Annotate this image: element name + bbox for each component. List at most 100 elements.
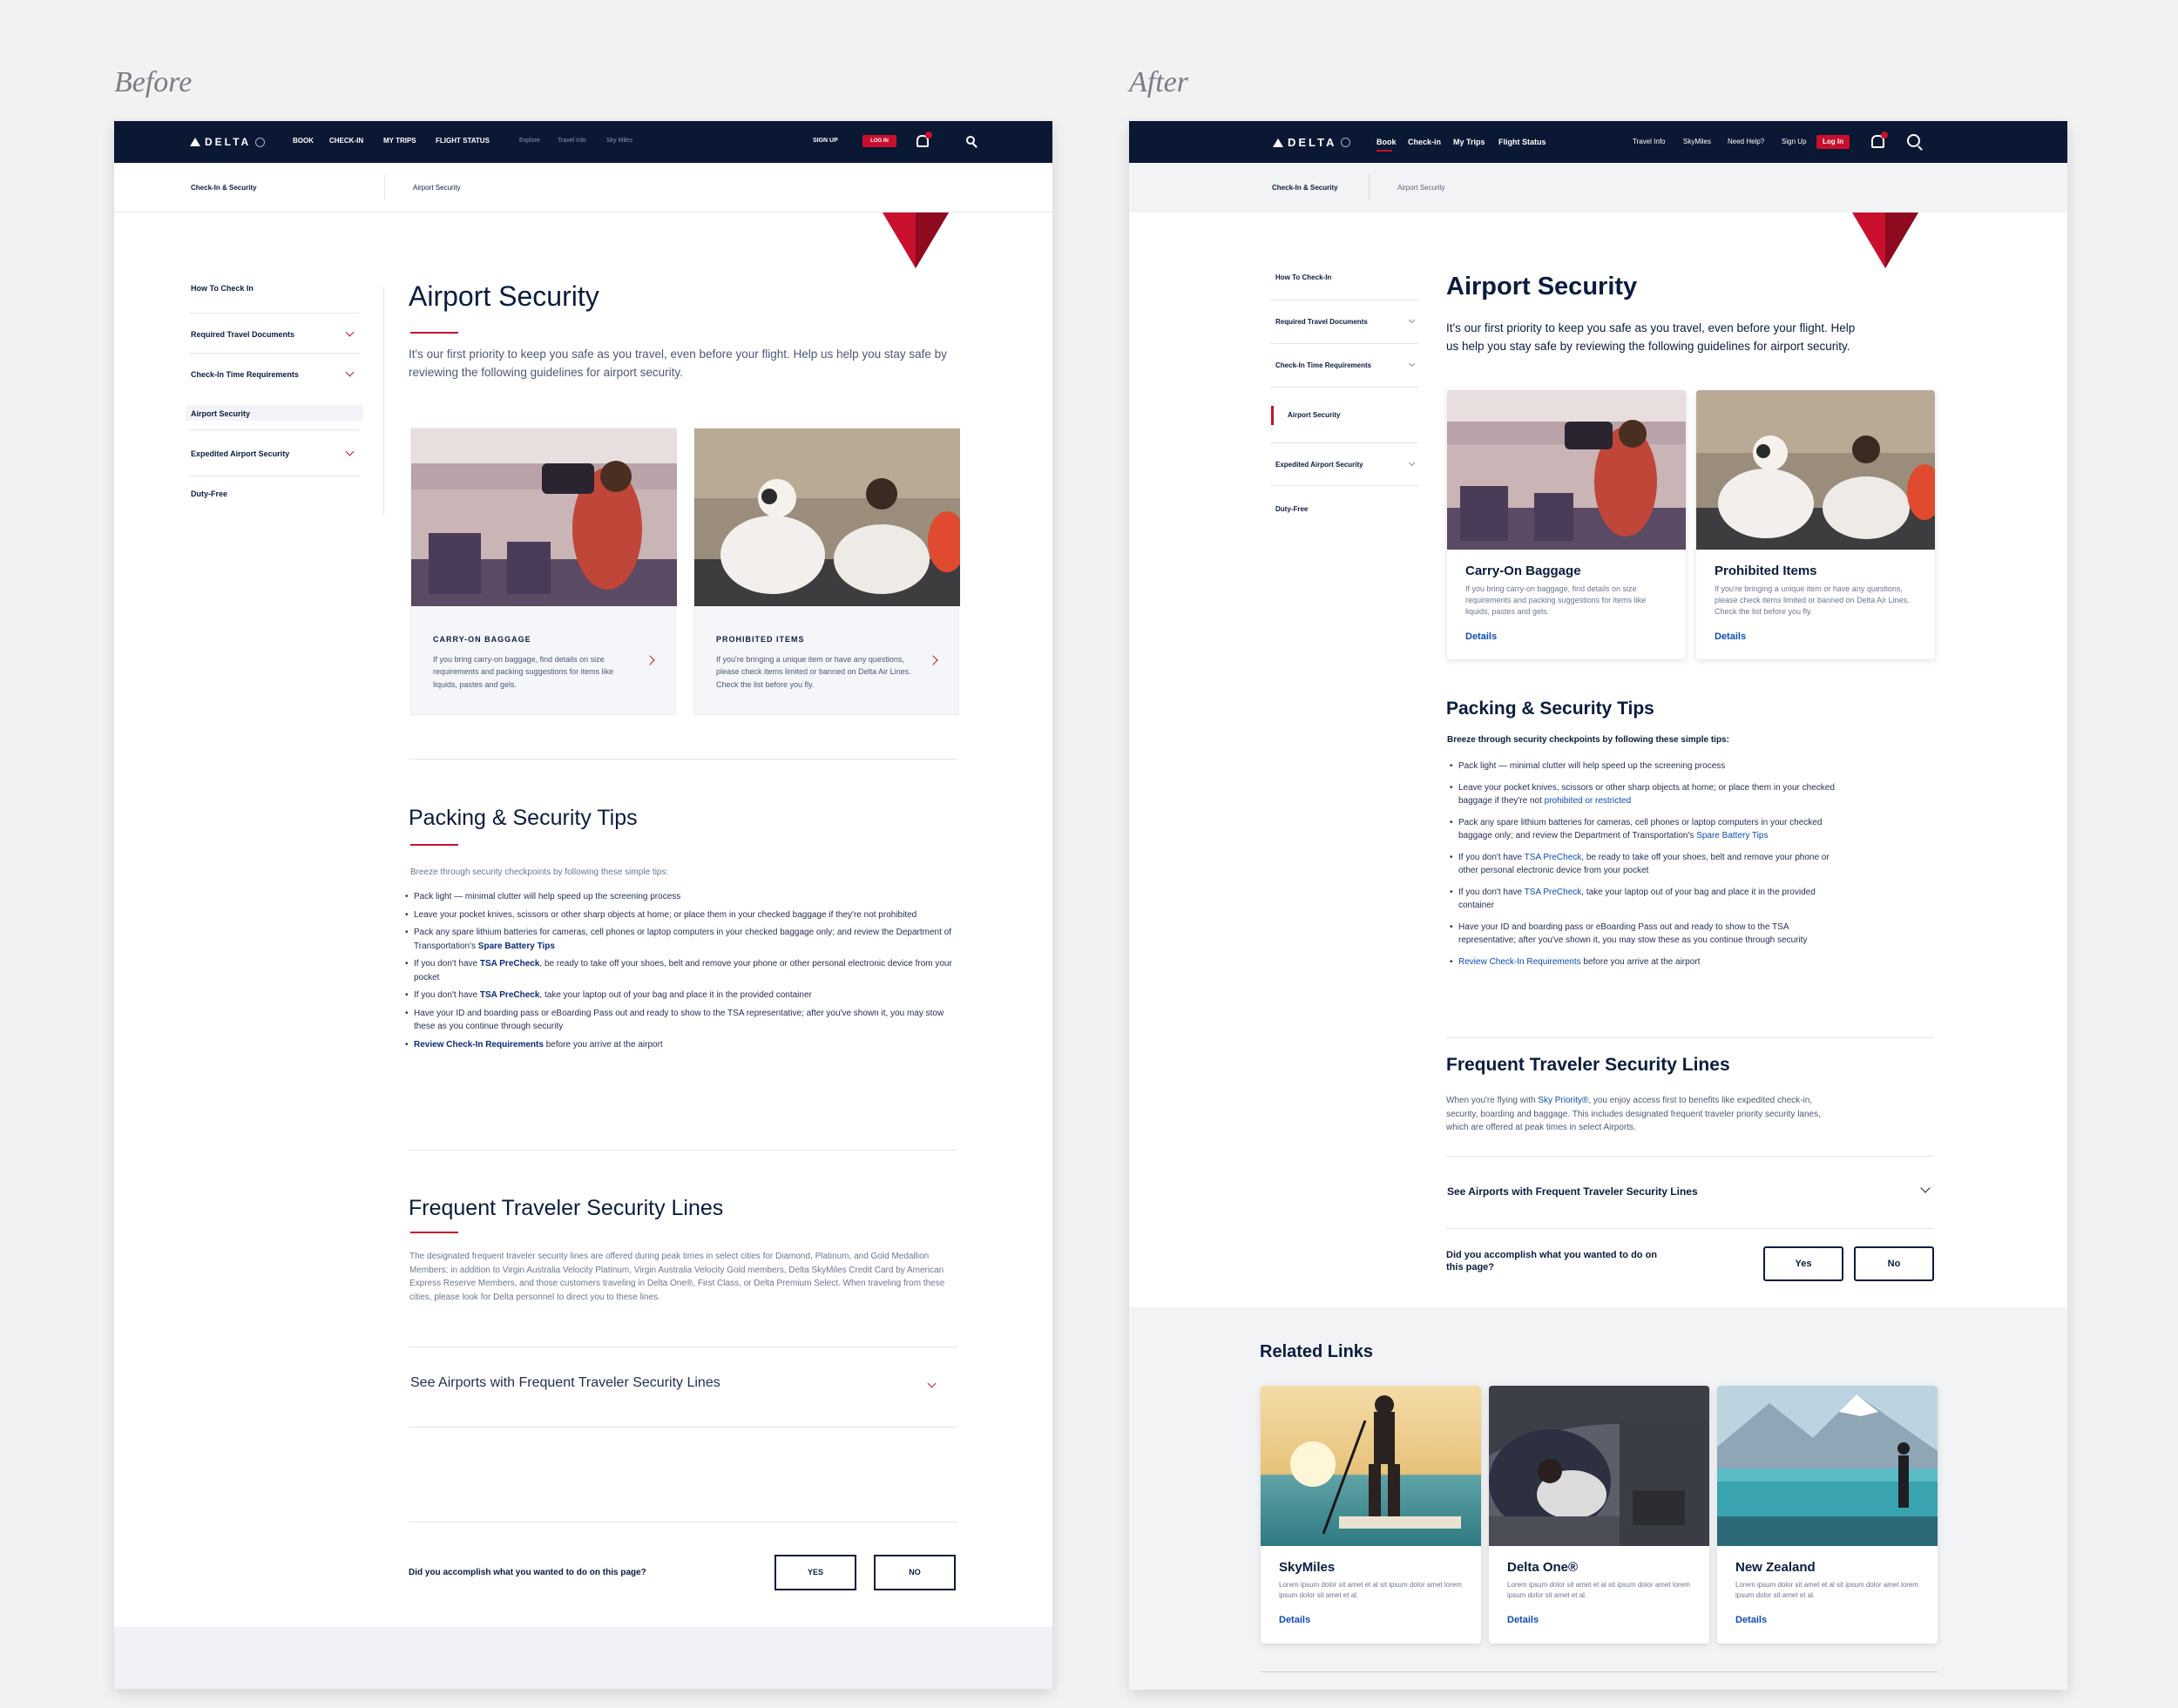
details-link[interactable]: Details bbox=[1507, 1615, 1539, 1625]
sidebar-divider bbox=[383, 287, 384, 515]
card-description: If you're bringing a unique item or have… bbox=[1715, 584, 1910, 617]
carry-on-baggage-card[interactable]: CARRY-ON BAGGAGE If you bring carry-on b… bbox=[410, 428, 677, 715]
card-description: Lorem ipsum dolor sit amet et al sit ips… bbox=[1735, 1581, 1918, 1599]
card-title: Carry-On Baggage bbox=[1465, 564, 1581, 578]
sidebar-item-expedited-airport-security[interactable]: Expedited Airport Security bbox=[191, 449, 289, 458]
card-description: If you're bringing a unique item or have… bbox=[716, 655, 911, 689]
nav-explore[interactable]: Explore bbox=[519, 138, 540, 144]
tips-intro: Breeze through security checkpoints by f… bbox=[1447, 735, 1729, 745]
nav-my-trips[interactable]: My Trips bbox=[1453, 138, 1485, 146]
nav-check-in[interactable]: CHECK-IN bbox=[329, 137, 363, 145]
sidebar-item-required-travel-documents[interactable]: Required Travel Documents bbox=[1275, 318, 1368, 326]
sidebar-item-check-in-time-requirements[interactable]: Check-In Time Requirements bbox=[191, 370, 299, 379]
details-link[interactable]: Details bbox=[1715, 631, 1746, 642]
footer-band bbox=[114, 1627, 1052, 1689]
globe-icon bbox=[1341, 138, 1351, 147]
intro-text: It's our first priority to keep you safe… bbox=[1446, 321, 1856, 353]
after-page: DELTA Book Check-in My Trips Flight Stat… bbox=[1129, 121, 2067, 1690]
tip-link[interactable]: TSA PreCheck bbox=[480, 990, 540, 1000]
nav-sign-up[interactable]: Sign Up bbox=[1782, 138, 1806, 145]
notification-dot bbox=[925, 132, 932, 138]
ftsl-underline bbox=[410, 1232, 458, 1233]
tip-link[interactable]: TSA PreCheck bbox=[480, 959, 540, 969]
nav-flight-status[interactable]: Flight Status bbox=[1498, 138, 1546, 146]
breadcrumb-section[interactable]: Check-In & Security bbox=[1272, 184, 1338, 192]
no-button[interactable]: NO bbox=[874, 1555, 956, 1590]
accordion-label[interactable]: See Airports with Frequent Traveler Secu… bbox=[410, 1375, 720, 1391]
carry-on-photo bbox=[1447, 390, 1686, 550]
card-title: SkyMiles bbox=[1279, 1560, 1336, 1575]
notification-bell-icon[interactable] bbox=[1871, 132, 1888, 148]
tip-link[interactable]: TSA PreCheck bbox=[1525, 853, 1582, 862]
sidebar-item-duty-free[interactable]: Duty-Free bbox=[1275, 505, 1308, 513]
nav-need-help[interactable]: Need Help? bbox=[1728, 138, 1764, 145]
tip-link[interactable]: Spare Battery Tips bbox=[1696, 831, 1768, 840]
nav-travel-info[interactable]: Travel Info bbox=[1633, 138, 1666, 145]
nav-my-trips[interactable]: MY TRIPS bbox=[383, 137, 416, 145]
nav-check-in[interactable]: Check-in bbox=[1408, 138, 1441, 146]
details-link[interactable]: Details bbox=[1735, 1615, 1767, 1625]
carry-on-baggage-card[interactable]: Carry-On Baggage If you bring carry-on b… bbox=[1447, 390, 1686, 659]
tip-link[interactable]: Review Check-In Requirements bbox=[1458, 957, 1581, 967]
breadcrumb-divider bbox=[384, 175, 385, 199]
prohibited-photo bbox=[1696, 390, 1935, 550]
details-link[interactable]: Details bbox=[1465, 631, 1497, 642]
sidebar-item-expedited-airport-security[interactable]: Expedited Airport Security bbox=[1275, 461, 1363, 469]
related-card-skymiles[interactable]: SkyMiles Lorem ipsum dolor sit amet et a… bbox=[1261, 1386, 1481, 1644]
sidebar-item-airport-security[interactable]: Airport Security bbox=[191, 409, 250, 418]
related-card-delta-one[interactable]: Delta One® Lorem ipsum dolor sit amet et… bbox=[1489, 1386, 1709, 1644]
details-link[interactable]: Details bbox=[1279, 1615, 1310, 1625]
notification-bell-icon[interactable] bbox=[917, 132, 932, 147]
chevron-down-icon[interactable] bbox=[1920, 1183, 1931, 1193]
tip-link[interactable]: Review Check-In Requirements bbox=[414, 1040, 544, 1050]
yes-button[interactable]: Yes bbox=[1763, 1246, 1843, 1281]
sidebar-item-airport-security[interactable]: Airport Security bbox=[1288, 411, 1340, 419]
tip-item: Have your ID and boarding pass or eBoard… bbox=[1450, 921, 1835, 948]
nav-sky-miles[interactable]: Sky Miles bbox=[606, 138, 632, 144]
card-description: If you bring carry-on baggage, find deta… bbox=[1465, 584, 1647, 617]
accordion-label[interactable]: See Airports with Frequent Traveler Secu… bbox=[1447, 1185, 1698, 1198]
after-label: After bbox=[1129, 66, 1188, 98]
sidebar-item-how-to-check-in[interactable]: How To Check-In bbox=[1275, 273, 1331, 281]
login-button[interactable]: Log In bbox=[1816, 135, 1850, 149]
delta-logo[interactable]: DELTA bbox=[190, 136, 266, 148]
prohibited-photo bbox=[694, 429, 960, 606]
tip-link[interactable]: Spare Battery Tips bbox=[478, 942, 555, 951]
sign-up-link[interactable]: SIGN UP bbox=[813, 138, 838, 144]
nav-book[interactable]: BOOK bbox=[293, 137, 314, 145]
prohibited-items-card[interactable]: PROHIBITED ITEMS If you're bringing a un… bbox=[693, 428, 960, 715]
delta-one-photo bbox=[1489, 1386, 1709, 1546]
ftsl-text: The designated frequent traveler securit… bbox=[409, 1252, 945, 1302]
search-icon[interactable] bbox=[966, 136, 975, 145]
chevron-down-icon[interactable] bbox=[927, 1379, 937, 1388]
nav-skymiles[interactable]: SkyMiles bbox=[1683, 138, 1711, 145]
sidebar-item-duty-free[interactable]: Duty-Free bbox=[191, 489, 227, 498]
before-page: DELTA BOOK CHECK-IN MY TRIPS FLIGHT STAT… bbox=[114, 121, 1052, 1689]
sidebar-item-required-travel-documents[interactable]: Required Travel Documents bbox=[191, 330, 294, 339]
chevron-down-icon bbox=[345, 447, 355, 456]
prohibited-items-card[interactable]: Prohibited Items If you're bringing a un… bbox=[1696, 390, 1935, 659]
search-icon[interactable] bbox=[1907, 134, 1920, 147]
yes-button[interactable]: YES bbox=[774, 1555, 856, 1590]
nav-flight-status[interactable]: FLIGHT STATUS bbox=[436, 137, 490, 145]
sidebar-item-how-to-check-in[interactable]: How To Check In bbox=[191, 284, 254, 293]
tip-link[interactable]: TSA PreCheck bbox=[1525, 888, 1582, 897]
no-button[interactable]: No bbox=[1854, 1246, 1934, 1281]
carry-on-photo bbox=[411, 429, 677, 606]
chevron-right-icon bbox=[928, 655, 938, 665]
related-links-title: Related Links bbox=[1260, 1342, 1374, 1361]
nav-book[interactable]: Book bbox=[1376, 138, 1397, 146]
delta-widget-icon bbox=[1273, 138, 1283, 147]
related-card-new-zealand[interactable]: New Zealand Lorem ipsum dolor sit amet e… bbox=[1717, 1386, 1938, 1644]
sidebar-item-check-in-time-requirements[interactable]: Check-In Time Requirements bbox=[1275, 361, 1371, 369]
nav-travel-info[interactable]: Travel Info bbox=[558, 138, 586, 144]
tip-link[interactable]: prohibited or restricted bbox=[1545, 796, 1632, 806]
delta-logo[interactable]: DELTA bbox=[1273, 136, 1351, 149]
breadcrumb-page: Airport Security bbox=[413, 184, 461, 192]
login-button[interactable]: LOG IN bbox=[862, 135, 896, 147]
globe-icon bbox=[255, 137, 266, 147]
sky-priority-link[interactable]: Sky Priority® bbox=[1538, 1096, 1588, 1105]
card-title: New Zealand bbox=[1735, 1560, 1816, 1575]
breadcrumb-section[interactable]: Check-In & Security bbox=[191, 184, 257, 192]
card-description: Lorem ipsum dolor sit amet et al sit ips… bbox=[1279, 1581, 1462, 1599]
